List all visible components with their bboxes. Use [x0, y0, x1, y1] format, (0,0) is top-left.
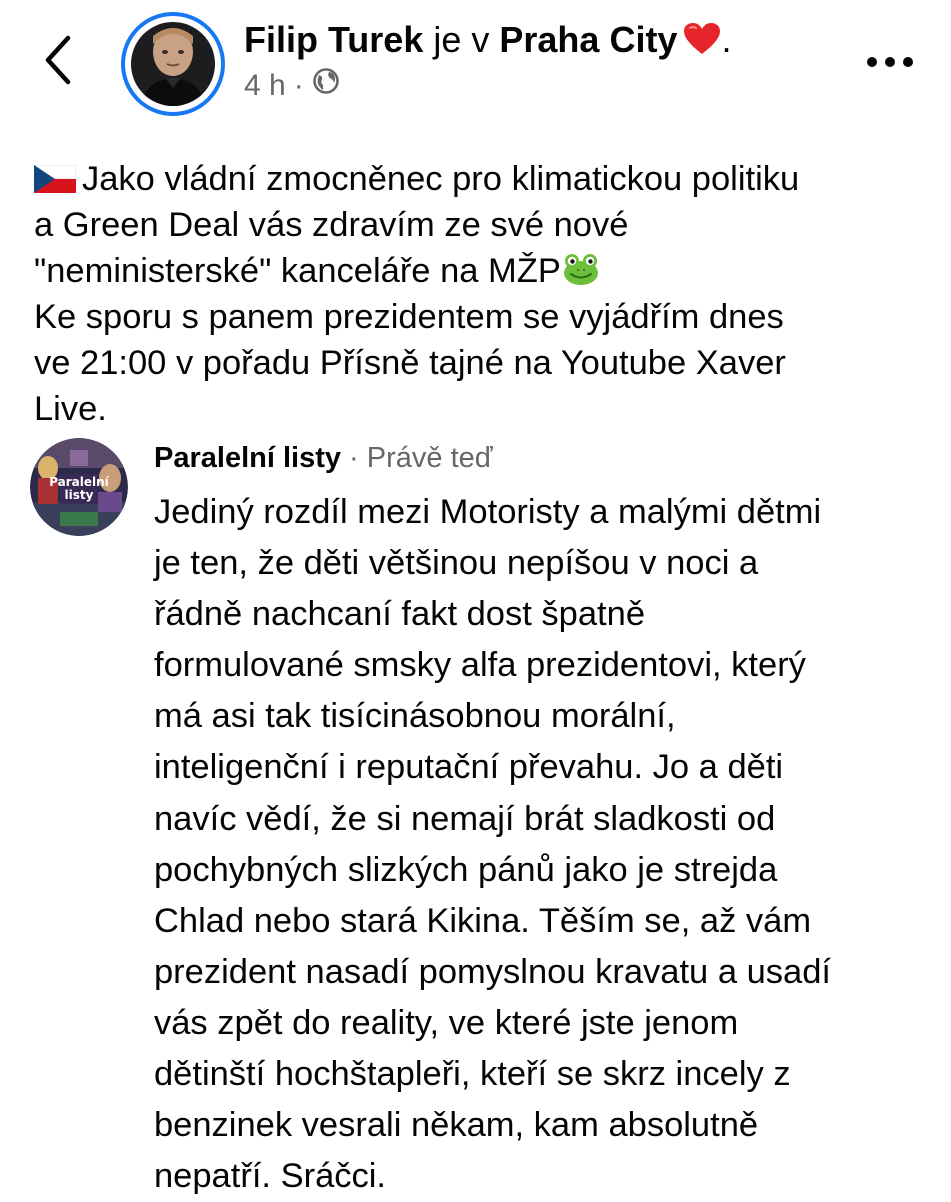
- commenter-name[interactable]: Paralelní listy: [154, 442, 341, 474]
- comment-line: má asi tak tisícinásobnou morální,: [154, 697, 676, 736]
- post-line: Ke sporu s panem prezidentem se vyjádřím…: [34, 298, 784, 336]
- post-time[interactable]: 4 h: [244, 66, 286, 106]
- czech-flag-icon: [33, 159, 77, 193]
- svg-text:listy: listy: [65, 488, 94, 502]
- comment-line: prezident nasadí pomyslnou kravatu a usa…: [154, 952, 831, 991]
- post-line: Live.: [34, 390, 107, 428]
- comment-line: Chlad nebo stará Kikina. Těším se, až vá…: [154, 901, 812, 940]
- comment-separator: ·: [341, 442, 367, 474]
- comment-line: Jediný rozdíl mezi Motoristy a malými dě…: [154, 493, 822, 531]
- comment-line: řádně nachcaní fakt dost špatně: [154, 595, 646, 634]
- comment-line: navíc vědí, že si nemají brát sladkosti …: [154, 799, 776, 838]
- commenter-avatar[interactable]: Paralelní listy: [30, 438, 128, 536]
- post-line: ve 21:00 v pořadu Přísně tajné na Youtub…: [34, 344, 786, 382]
- chevron-left-icon: [45, 35, 71, 85]
- back-button[interactable]: [38, 32, 82, 88]
- header-trailing: .: [721, 19, 732, 60]
- meta-separator: ·: [293, 69, 304, 102]
- comment-line: dětinští hochštapleři, kteří se skrz inc…: [154, 1055, 791, 1094]
- post-line: Jako vládní zmocněnec pro klimatickou po…: [33, 156, 934, 202]
- author-avatar[interactable]: [121, 12, 225, 116]
- post-meta: 4 h ·: [244, 66, 340, 106]
- post-header-title: Filip Turek je v Praha City.: [244, 18, 731, 62]
- comment-line: vás zpět do reality, ve které jste jenom: [154, 1003, 739, 1042]
- comment-line: formulované smsky alfa prezidentovi, kte…: [154, 646, 806, 685]
- comment-line: nepatří. Sráčci.: [154, 1157, 387, 1196]
- more-options-button[interactable]: [860, 50, 920, 74]
- frog-icon: [563, 252, 599, 286]
- location-name[interactable]: Praha City: [499, 19, 677, 60]
- comment-line: je ten, že děti většinou nepíšou v noci …: [154, 544, 759, 583]
- more-dots-icon: [867, 57, 913, 67]
- author-name[interactable]: Filip Turek: [244, 19, 423, 60]
- header-connector: je v: [423, 19, 500, 60]
- comment-line: benzinek vesrali někam, kam absolutně: [154, 1106, 759, 1145]
- comment-line: pochybných slizkých pánů jako je strejda: [154, 850, 778, 889]
- author-photo: [131, 22, 215, 106]
- comment-line: inteligenční i reputační převahu. Jo a d…: [154, 748, 784, 787]
- comment-time[interactable]: Právě teď: [367, 442, 493, 474]
- comment-body: Jediný rozdíl mezi Motoristy a malými dě…: [154, 487, 934, 1202]
- svg-text:Paralelní: Paralelní: [49, 475, 109, 489]
- red-heart-icon: [683, 22, 721, 56]
- comment-header: Paralelní listy · Právě teď: [154, 438, 493, 478]
- globe-icon: [312, 66, 340, 106]
- post-body: Jako vládní zmocněnec pro klimatickou po…: [33, 156, 934, 432]
- post-line: "neministerské" kanceláře na MŽP: [34, 248, 934, 294]
- post-line: a Green Deal vás zdravím ze své nové: [34, 206, 629, 244]
